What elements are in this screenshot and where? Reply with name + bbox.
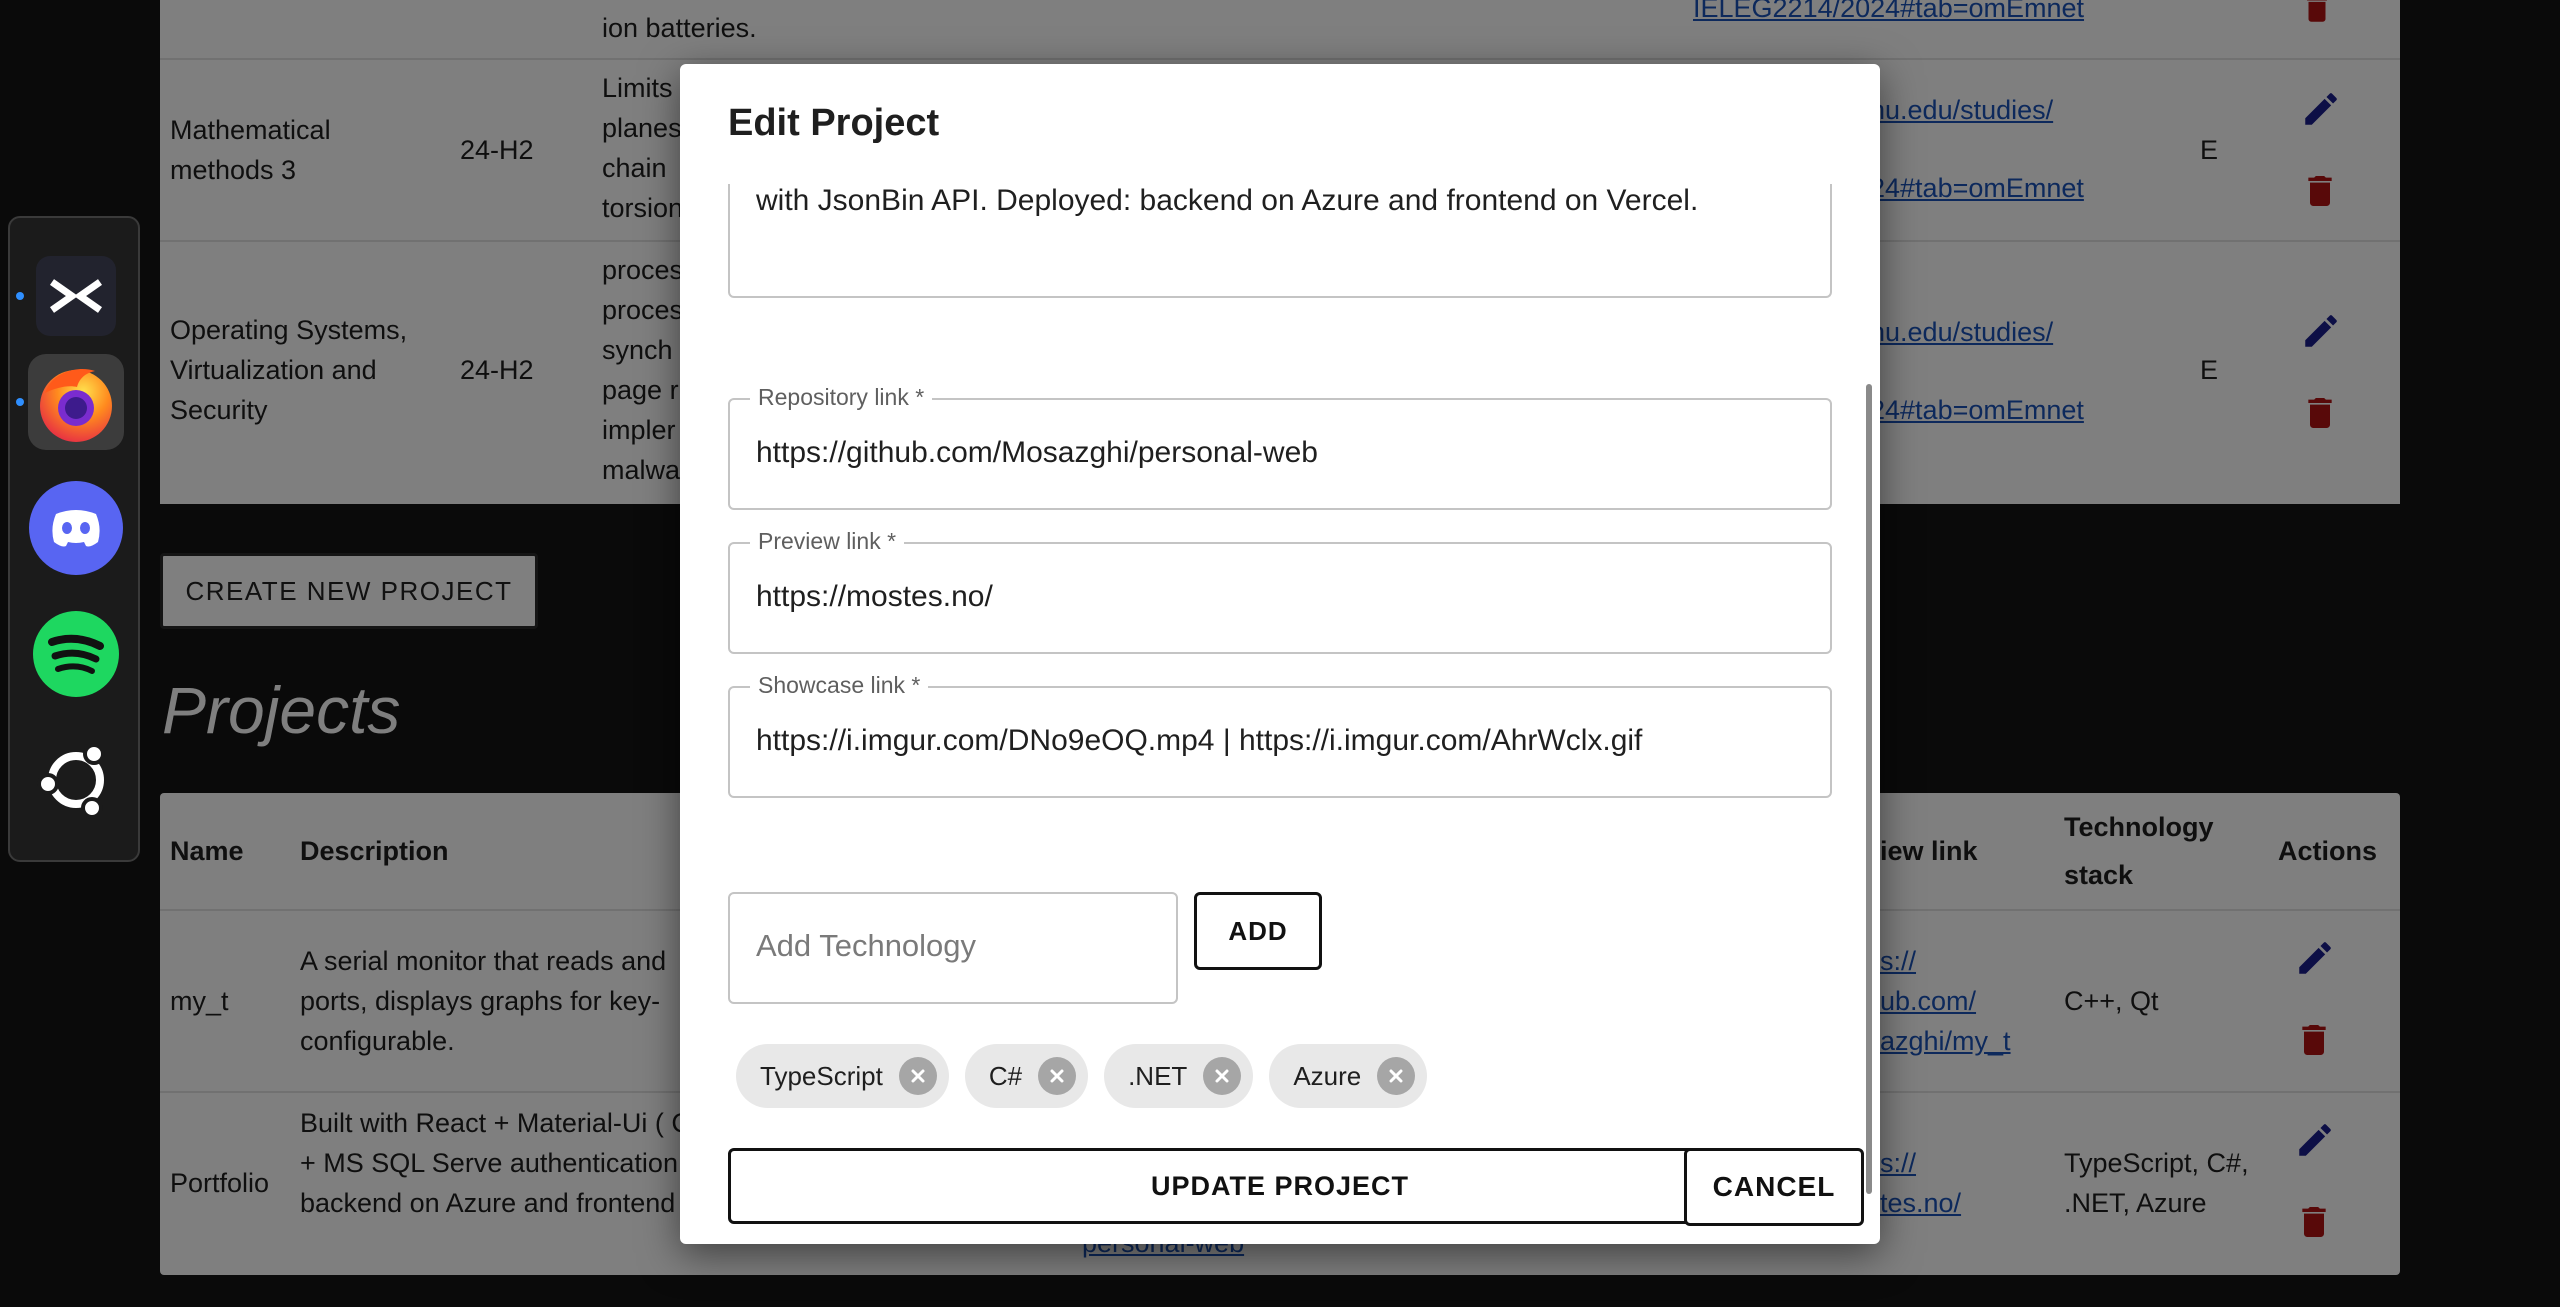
dock-app-firefox[interactable] [16,354,124,450]
dialog-scroll-area[interactable]: with JsonBin API. Deployed: backend on A… [680,184,1880,1224]
add-technology-button[interactable]: ADD [1194,892,1322,970]
showcase-link-label: Showcase link * [750,672,929,699]
repository-link-value: https://github.com/Mosazghi/personal-web [756,436,1318,469]
running-indicator [16,292,24,300]
spotify-icon [33,611,119,697]
ubuntu-icon [37,743,105,819]
technology-chip: C# [964,1044,1089,1108]
technology-chip: TypeScript [736,1044,949,1108]
remove-chip-icon[interactable] [1377,1057,1416,1095]
dock-app-ubuntu[interactable] [28,732,124,828]
update-project-button[interactable]: UPDATE PROJECT [728,1148,1832,1224]
preview-link-label: Preview link * [750,528,905,555]
remove-chip-icon[interactable] [1038,1057,1077,1095]
remove-chip-icon[interactable] [898,1057,937,1095]
firefox-icon [40,369,112,442]
application-dock [8,216,140,862]
discord-icon [29,481,123,575]
technology-chips: TypeScript C# .NET Azure [736,1044,1428,1108]
technology-chip: .NET [1104,1044,1254,1108]
add-technology-field[interactable] [728,892,1178,1004]
edit-project-dialog: Edit Project with JsonBin API. Deployed:… [680,64,1880,1244]
dialog-scrollbar[interactable] [1866,384,1872,1194]
chip-label: .NET [1128,1060,1188,1091]
dock-app-spotify[interactable] [28,606,124,702]
dialog-title: Edit Project [728,102,940,144]
vscode-icon [36,256,116,336]
cancel-button[interactable]: CANCEL [1684,1148,1864,1226]
dock-app-discord[interactable] [28,480,124,576]
chip-label: TypeScript [760,1060,883,1091]
chip-label: C# [988,1060,1023,1091]
description-value: with JsonBin API. Deployed: backend on A… [756,184,1699,217]
preview-link-field[interactable]: Preview link * https://mostes.no/ [728,528,1832,654]
preview-link-value: https://mostes.no/ [756,580,993,613]
repository-link-field[interactable]: Repository link * https://github.com/Mos… [728,384,1832,510]
add-technology-input[interactable] [756,928,1156,964]
repository-link-label: Repository link * [750,384,933,411]
remove-chip-icon[interactable] [1203,1057,1242,1095]
showcase-link-field[interactable]: Showcase link * https://i.imgur.com/DNo9… [728,672,1832,798]
technology-chip: Azure [1269,1044,1428,1108]
running-indicator [16,398,24,406]
chip-label: Azure [1293,1060,1362,1091]
showcase-link-value: https://i.imgur.com/DNo9eOQ.mp4 | https:… [756,724,1643,757]
dock-app-vscode[interactable] [16,248,124,344]
description-field[interactable]: with JsonBin API. Deployed: backend on A… [728,184,1832,298]
